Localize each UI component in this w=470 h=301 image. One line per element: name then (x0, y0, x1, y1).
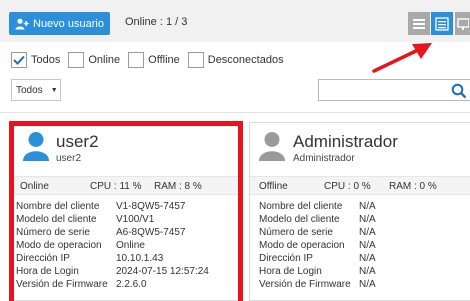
detail-key: Nombre del cliente (259, 201, 343, 212)
filter-desconectados[interactable]: Desconectados (187, 51, 284, 68)
checkbox[interactable] (187, 51, 204, 68)
card-user-subtitle: Administrador (293, 153, 355, 164)
detail-row: Número de serie N/A (259, 226, 376, 239)
detail-key: Número de serie (259, 227, 333, 238)
filter-label: Todos (31, 53, 61, 66)
search-icon[interactable] (451, 83, 467, 99)
detail-key: Dirección IP (259, 253, 313, 264)
card-header: user2 user2 (10, 123, 240, 175)
detail-row: Modelo del cliente N/A (259, 213, 376, 226)
status-filters: Todos Online Offline Desconectados (11, 51, 292, 68)
chevron-down-icon: ▼ (50, 86, 58, 94)
checkbox-checked[interactable] (11, 51, 27, 68)
ram-text: RAM : 8 % (154, 181, 202, 192)
filter-offline[interactable]: Offline (128, 51, 180, 68)
cpu-text: CPU : 11 % (90, 181, 142, 192)
user-card-administrador[interactable]: Administrador Administrador Offline CPU … (249, 122, 470, 301)
monitor-icon (456, 17, 469, 30)
add-user-icon (15, 18, 29, 29)
detail-row: Hora de Login N/A (259, 265, 376, 278)
card-user-subtitle: user2 (56, 153, 82, 164)
detail-value: N/A (359, 266, 376, 277)
grid-view-button[interactable] (408, 12, 430, 35)
red-arrow-annotation (372, 43, 432, 73)
toolbar: Nuevo usuario Online : 1 / 3 (0, 0, 470, 42)
card-user-name: user2 (56, 132, 99, 151)
detail-key: Hora de Login (16, 266, 79, 277)
divider (0, 112, 470, 113)
select-value: Todos (16, 84, 43, 96)
detail-key: Hora de Login (259, 266, 322, 277)
detail-value: N/A (359, 240, 376, 251)
detail-value: N/A (359, 253, 376, 264)
card-details: Nombre del cliente V1-8QW5-7457 Modelo de… (16, 200, 209, 291)
detail-row: Dirección IP 10.10.1.43 (16, 252, 209, 265)
detail-row: Nombre del cliente N/A (259, 200, 376, 213)
detail-key: Nombre del cliente (16, 201, 100, 212)
filter-label: Offline (148, 53, 180, 66)
detail-key: Modo de operacion (16, 240, 102, 251)
new-user-label: Nuevo usuario (33, 17, 104, 30)
detail-value: N/A (359, 279, 376, 290)
status-text: Offline (259, 181, 288, 192)
status-text: Online (20, 181, 49, 192)
card-details: Nombre del cliente N/A Modelo del cliente… (259, 200, 376, 291)
filter-label: Desconectados (207, 53, 284, 66)
detail-row: Versión de Firmware 2.2.6.0 (16, 278, 209, 291)
detail-value: 2024-07-15 12:57:24 (116, 266, 209, 277)
ram-text: RAM : 0 % (389, 181, 437, 192)
monitor-view-button[interactable] (455, 12, 470, 35)
filter-todos[interactable]: Todos (11, 51, 61, 68)
detail-key: Modo de operacion (259, 240, 345, 251)
grid-view-icon (413, 18, 425, 29)
detail-value: N/A (359, 214, 376, 225)
checkbox[interactable] (128, 51, 145, 68)
filter-label: Online (88, 53, 121, 66)
detail-value: 10.10.1.43 (116, 253, 164, 264)
group-select[interactable]: Todos ▼ (11, 79, 61, 101)
detail-value: V100/V1 (116, 214, 155, 225)
detail-key: Modelo del cliente (259, 214, 340, 225)
detail-row: Nombre del cliente V1-8QW5-7457 (16, 200, 209, 213)
cpu-text: CPU : 0 % (324, 181, 371, 192)
detail-value: N/A (359, 227, 376, 238)
detail-row: Dirección IP N/A (259, 252, 376, 265)
card-status-bar: Offline CPU : 0 % RAM : 0 % (250, 176, 470, 195)
card-header: Administrador Administrador (250, 123, 470, 175)
detail-value: V1-8QW5-7457 (116, 201, 186, 212)
list-view-icon (435, 16, 449, 31)
detail-key: Dirección IP (16, 253, 70, 264)
new-user-button[interactable]: Nuevo usuario (9, 12, 110, 35)
user-card-user2[interactable]: user2 user2 Online CPU : 11 % RAM : 8 % … (9, 122, 241, 301)
card-user-name: Administrador (293, 132, 398, 151)
detail-value: 2.2.6.0 (116, 279, 147, 290)
detail-key: Número de serie (16, 227, 90, 238)
card-status-bar: Online CPU : 11 % RAM : 8 % (10, 176, 240, 195)
detail-value: N/A (359, 201, 376, 212)
detail-row: Hora de Login 2024-07-15 12:57:24 (16, 265, 209, 278)
user-avatar-icon (259, 132, 285, 161)
checkbox[interactable] (68, 51, 85, 68)
search-input[interactable] (318, 79, 470, 101)
detail-key: Versión de Firmware (259, 279, 351, 290)
detail-row: Número de serie A6-8QW5-7457 (16, 226, 209, 239)
detail-row: Modo de operacion N/A (259, 239, 376, 252)
detail-key: Modelo del cliente (16, 214, 97, 225)
detail-row: Modo de operacion Online (16, 239, 209, 252)
filter-online[interactable]: Online (68, 51, 121, 68)
detail-value: Online (116, 240, 145, 251)
list-view-button[interactable] (431, 12, 453, 35)
detail-key: Versión de Firmware (16, 279, 108, 290)
user-avatar-icon (23, 132, 49, 161)
detail-row: Versión de Firmware N/A (259, 278, 376, 291)
detail-row: Modelo del cliente V100/V1 (16, 213, 209, 226)
online-count: Online : 1 / 3 (125, 16, 188, 28)
detail-value: A6-8QW5-7457 (116, 227, 186, 238)
checkmark-icon (13, 55, 25, 65)
